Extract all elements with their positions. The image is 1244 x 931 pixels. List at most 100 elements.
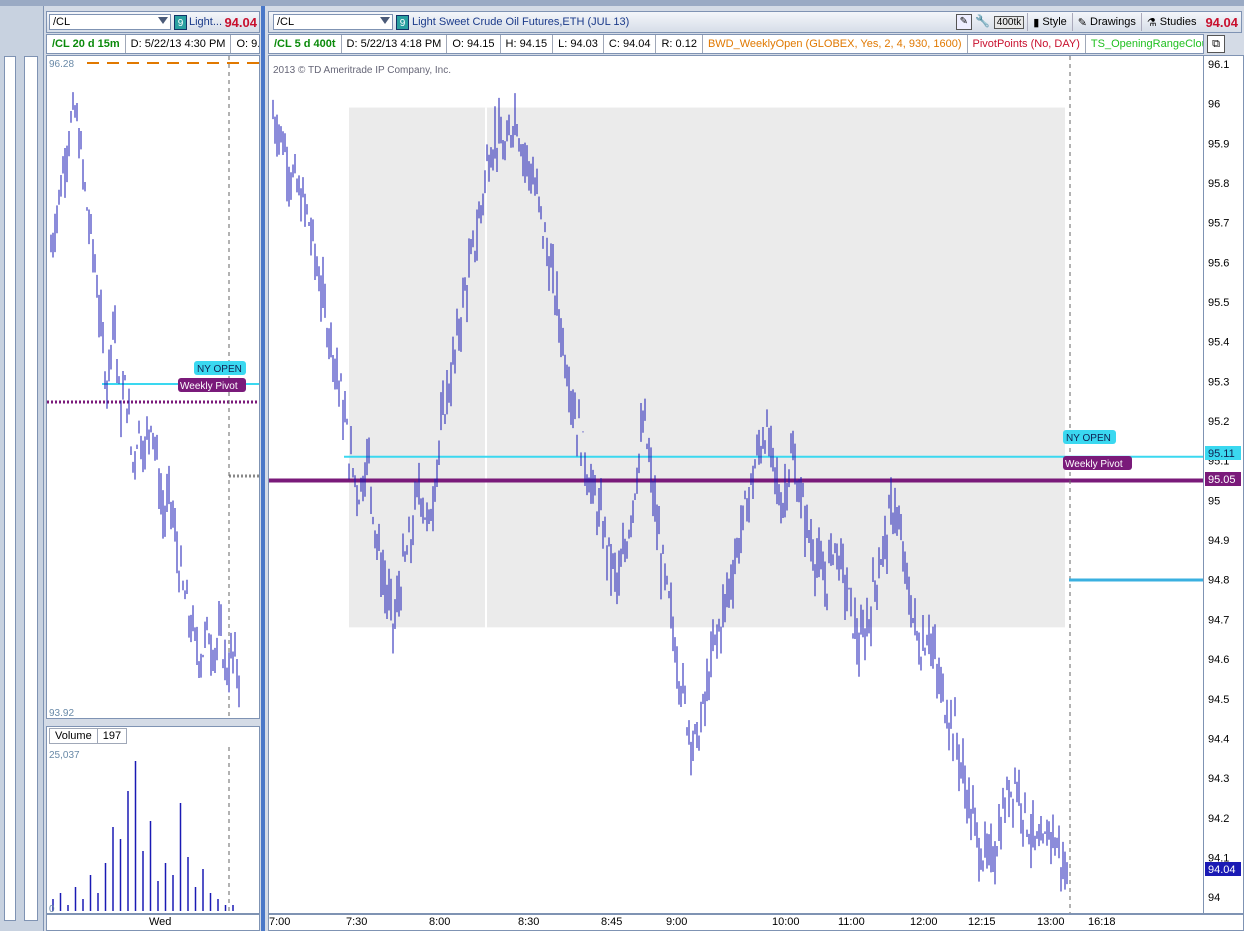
panel-splitter[interactable] <box>261 6 265 931</box>
left-price-bars <box>50 92 240 708</box>
study-opening-range-cloud[interactable]: TS_OpeningRangeCloud (No, 4... <box>1086 35 1203 53</box>
pivot-price-tag: 95.05 <box>1208 474 1236 486</box>
price-tick-label: 95.5 <box>1208 297 1229 309</box>
main-symbol-description: Light Sweet Crude Oil Futures,ETH (JUL 1… <box>412 16 630 28</box>
volume-top-label: 25,037 <box>49 750 80 761</box>
time-tick-label: 8:45 <box>601 916 623 928</box>
price-axis-labels: 96.1 96 95.9 95.8 95.7 95.6 95.5 95.4 95.3 95.2 95… <box>1205 59 1241 904</box>
copyright-text: 2013 © TD Ameritrade IP Company, Inc. <box>273 65 451 76</box>
price-tick-label: 94.3 <box>1208 773 1229 785</box>
price-tick-label: 95.3 <box>1208 376 1229 388</box>
ny-open-price-tag: 95.11 <box>1208 448 1235 460</box>
chevron-down-icon[interactable] <box>158 17 168 27</box>
main-symbol-input[interactable]: /CL <box>273 14 393 30</box>
time-tick-label: 12:00 <box>910 916 938 928</box>
price-tick-label: 95.9 <box>1208 138 1229 150</box>
price-tick-label: 94 <box>1208 892 1220 904</box>
left-symbol-description: Light... <box>189 16 223 28</box>
left-symbol-text: /CL <box>53 16 71 28</box>
price-tick-label: 94.2 <box>1208 813 1229 825</box>
pencil-icon: ✎ <box>1077 16 1088 29</box>
tick-count-button[interactable]: 400tk <box>993 15 1025 29</box>
price-tick-label: 96.1 <box>1208 59 1229 71</box>
price-tick-label: 94.9 <box>1208 535 1229 547</box>
time-tick-label: 7:00 <box>269 916 291 928</box>
chevron-down-icon[interactable] <box>380 17 390 27</box>
main-chart-toolbar: /CL 9 Light Sweet Crude Oil Futures,ETH … <box>268 11 1242 33</box>
price-tick-label: 95.8 <box>1208 178 1229 190</box>
time-tick-label: 12:15 <box>968 916 996 928</box>
drawings-label: Drawings <box>1090 16 1136 28</box>
style-button[interactable]: ▮ Style <box>1027 13 1072 31</box>
time-tick-label: 10:00 <box>772 916 800 928</box>
main-close-label: C: 94.04 <box>604 35 657 53</box>
left-interval-label[interactable]: /CL 20 d 15m <box>47 35 126 53</box>
time-tick-label: 9:00 <box>666 916 688 928</box>
chart-settings-icon[interactable]: ⧉ <box>1207 35 1225 53</box>
main-symbol-text: /CL <box>277 16 295 28</box>
opening-range-cloud <box>349 107 1065 628</box>
time-axis[interactable]: 7:00 7:30 8:00 8:30 8:45 9:00 10:00 11:00 12:00 1… <box>268 914 1244 931</box>
price-tick-label: 95.7 <box>1208 218 1229 230</box>
price-tick-label: 94.7 <box>1208 614 1229 626</box>
main-low-label: L: 94.03 <box>553 35 604 53</box>
main-high-label: H: 94.15 <box>501 35 554 53</box>
time-tick-label: 11:00 <box>838 916 865 928</box>
window-top-strip <box>0 0 1244 6</box>
studies-button[interactable]: ⚗ Studies <box>1140 13 1202 31</box>
study-pivot-points[interactable]: PivotPoints (No, DAY) <box>968 35 1086 53</box>
studies-icon: ⚗ <box>1146 16 1157 29</box>
volume-bars <box>52 761 234 911</box>
side-panel-b <box>24 56 38 921</box>
left-last-price: 94.04 <box>224 14 257 30</box>
wrench-icon[interactable]: 🔧 <box>975 14 991 30</box>
left-ny-open-tag: NY OPEN <box>197 364 242 375</box>
left-top-price-label: 96.28 <box>49 59 74 70</box>
price-tick-label: 94.5 <box>1208 694 1229 706</box>
link-group-icon[interactable]: 9 <box>396 14 409 30</box>
time-tick-label: 13:00 <box>1037 916 1065 928</box>
main-range-label: R: 0.12 <box>656 35 703 53</box>
time-tick-label: 8:00 <box>429 916 451 928</box>
left-chart-toolbar: /CL 9 Light... 94.04 <box>46 11 260 33</box>
left-price-panel[interactable]: NY OPEN Weekly Pivot 96.28 93.92 <box>46 55 260 719</box>
candlestick-icon: ▮ <box>1033 16 1040 29</box>
study-weekly-open[interactable]: BWD_WeeklyOpen (GLOBEX, Yes, 2, 4, 930, … <box>703 35 968 53</box>
price-tick-label: 96 <box>1208 99 1220 111</box>
left-x-axis: Wed <box>46 914 260 931</box>
ny-open-tag: NY OPEN <box>1066 433 1111 444</box>
left-volume-panel[interactable]: Volume 197 25,037 0 <box>46 726 260 914</box>
left-symbol-input[interactable]: /CL <box>49 14 171 30</box>
time-tick-label: 8:30 <box>518 916 540 928</box>
main-price-panel[interactable]: 2013 © TD Ameritrade IP Company, Inc. NY… <box>268 55 1204 914</box>
main-chart-header: /CL 5 d 400t D: 5/22/13 4:18 PM O: 94.15… <box>268 34 1204 54</box>
drawing-tool-icon[interactable]: ✎ <box>955 14 972 30</box>
side-panel-a <box>4 56 16 921</box>
main-date-label: D: 5/22/13 4:18 PM <box>342 35 448 53</box>
main-open-label: O: 94.15 <box>447 35 501 53</box>
link-group-icon[interactable]: 9 <box>174 14 187 30</box>
volume-chart: 25,037 0 <box>49 747 234 913</box>
price-tick-label: 95 <box>1208 495 1220 507</box>
left-open-label: O: 9... <box>236 38 260 50</box>
price-tick-label: 95.2 <box>1208 416 1229 428</box>
price-tick-label: 94.8 <box>1208 575 1229 587</box>
left-date-label: D: 5/22/13 4:30 PM <box>126 35 232 53</box>
time-tick-label: 16:18 <box>1088 916 1116 928</box>
left-price-chart: NY OPEN Weekly Pivot 96.28 93.92 <box>47 56 259 718</box>
left-weekly-pivot-tag: Weekly Pivot <box>180 381 238 392</box>
main-price-chart: 2013 © TD Ameritrade IP Company, Inc. NY… <box>269 56 1203 913</box>
price-tick-label: 94.4 <box>1208 733 1229 745</box>
style-label: Style <box>1042 16 1067 28</box>
left-bottom-price-label: 93.92 <box>49 708 74 718</box>
side-gadget-column <box>0 6 44 931</box>
last-price-tag: 94.04 <box>1208 864 1236 876</box>
price-tick-label: 95.4 <box>1208 337 1229 349</box>
price-axis[interactable]: 96.1 96 95.9 95.8 95.7 95.6 95.5 95.4 95.3 95.2 95… <box>1204 55 1244 914</box>
drawings-button[interactable]: ✎ Drawings <box>1071 13 1141 31</box>
price-tick-label: 94.6 <box>1208 654 1229 666</box>
studies-label: Studies <box>1159 16 1197 28</box>
left-chart-header: /CL 20 d 15m D: 5/22/13 4:30 PM O: 9... <box>46 34 260 54</box>
main-interval-label[interactable]: /CL 5 d 400t <box>269 35 342 53</box>
time-tick-label: 7:30 <box>346 916 368 928</box>
